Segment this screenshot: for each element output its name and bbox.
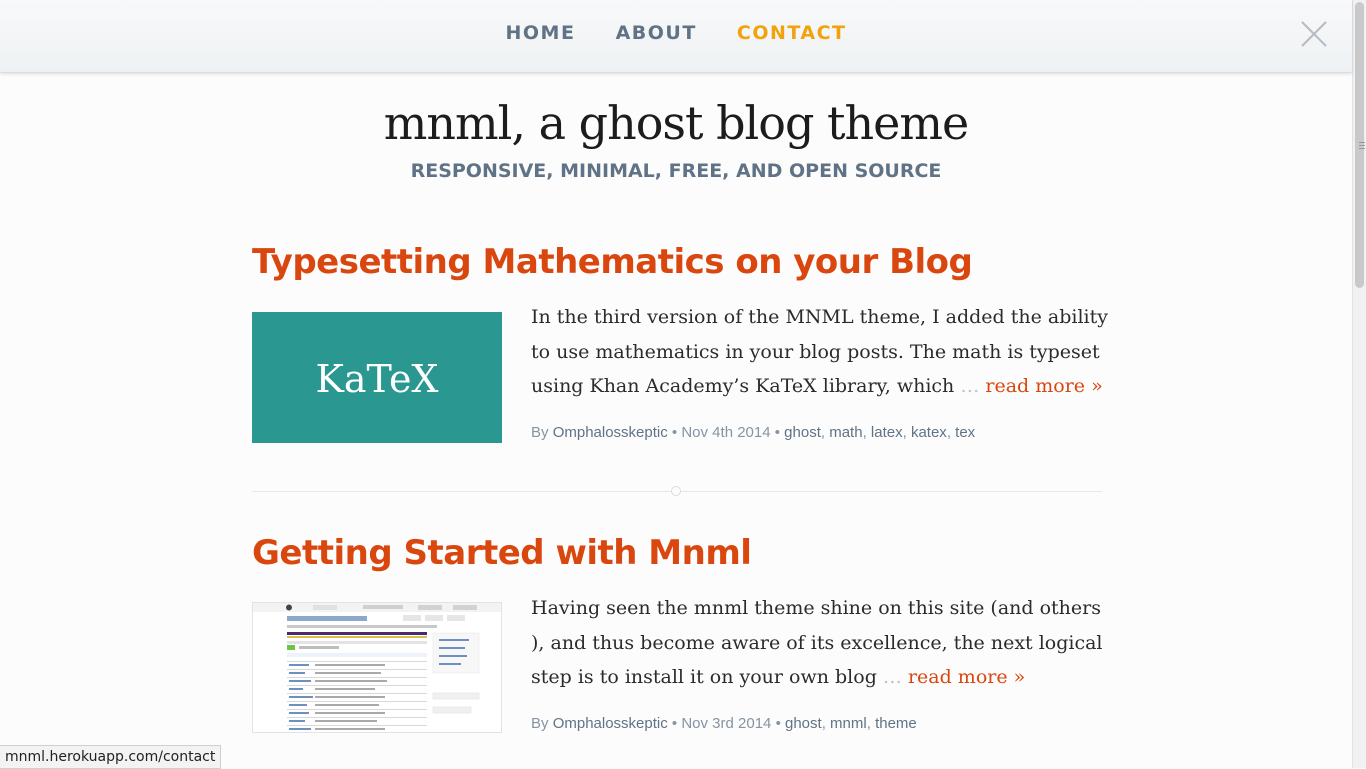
nav-about-link[interactable]: ABOUT [616, 22, 697, 44]
tag-link[interactable]: ghost [784, 424, 821, 441]
post-title-link[interactable]: Typesetting Mathematics on your Blog [252, 242, 1102, 282]
nav-links: HOME ABOUT CONTACT [0, 22, 1352, 44]
site-title: mnml, a ghost blog theme [383, 96, 969, 150]
tag-link[interactable]: tex [955, 424, 975, 441]
close-icon[interactable] [1300, 20, 1328, 48]
status-bar-url: mnml.herokuapp.com/contact [0, 745, 222, 769]
tag-link[interactable]: ghost [785, 715, 822, 732]
post-date: Nov 4th 2014 [681, 424, 771, 441]
meta-by: By [531, 715, 549, 732]
post-thumbnail[interactable] [252, 602, 502, 733]
tag-link[interactable]: math [829, 424, 862, 441]
post-thumbnail[interactable]: KaTeX [252, 312, 502, 443]
post-excerpt: Having seen the mnml theme shine on this… [531, 591, 1111, 695]
author-link[interactable]: Omphalosskeptic [553, 715, 668, 732]
page-scrollbar[interactable] [1352, 0, 1366, 768]
read-more-link[interactable]: read more » [985, 375, 1102, 397]
author-link[interactable]: Omphalosskeptic [553, 424, 668, 441]
read-more-link[interactable]: read more » [908, 666, 1025, 688]
post-card: Getting Started with Mnml Having seen th… [252, 533, 1103, 768]
nav-contact-link[interactable]: CONTACT [737, 22, 847, 44]
tag-link[interactable]: theme [875, 715, 917, 732]
tag-link[interactable]: mnml [830, 715, 867, 732]
post-meta: By Omphalosskeptic • Nov 4th 2014 • ghos… [531, 424, 976, 441]
post-title-link[interactable]: Getting Started with Mnml [252, 533, 1102, 573]
scrollbar-grip [1359, 145, 1365, 146]
katex-logo: KaTeX [316, 357, 439, 401]
meta-by: By [531, 424, 549, 441]
github-screenshot-image [253, 603, 501, 730]
tag-link[interactable]: katex [911, 424, 947, 441]
post-meta: By Omphalosskeptic • Nov 3rd 2014 • ghos… [531, 715, 917, 732]
post-date: Nov 3rd 2014 [681, 715, 772, 732]
post-excerpt: In the third version of the MNML theme, … [531, 300, 1111, 404]
nav-home-link[interactable]: HOME [505, 22, 575, 44]
scrollbar-thumb[interactable] [1355, 2, 1365, 288]
excerpt-ellipsis: … [960, 375, 980, 397]
top-navigation: HOME ABOUT CONTACT [0, 0, 1352, 73]
divider-ornament [671, 486, 681, 496]
scrollbar-grip [1359, 148, 1365, 149]
post-card: Typesetting Mathematics on your Blog KaT… [252, 242, 1108, 462]
katex-logo-text: KaTeX [316, 357, 439, 401]
tag-link[interactable]: latex [871, 424, 903, 441]
scrollbar-grip [1359, 142, 1365, 143]
site-subtitle: RESPONSIVE, MINIMAL, FREE, AND OPEN SOUR… [410, 160, 942, 182]
excerpt-ellipsis: … [882, 666, 902, 688]
